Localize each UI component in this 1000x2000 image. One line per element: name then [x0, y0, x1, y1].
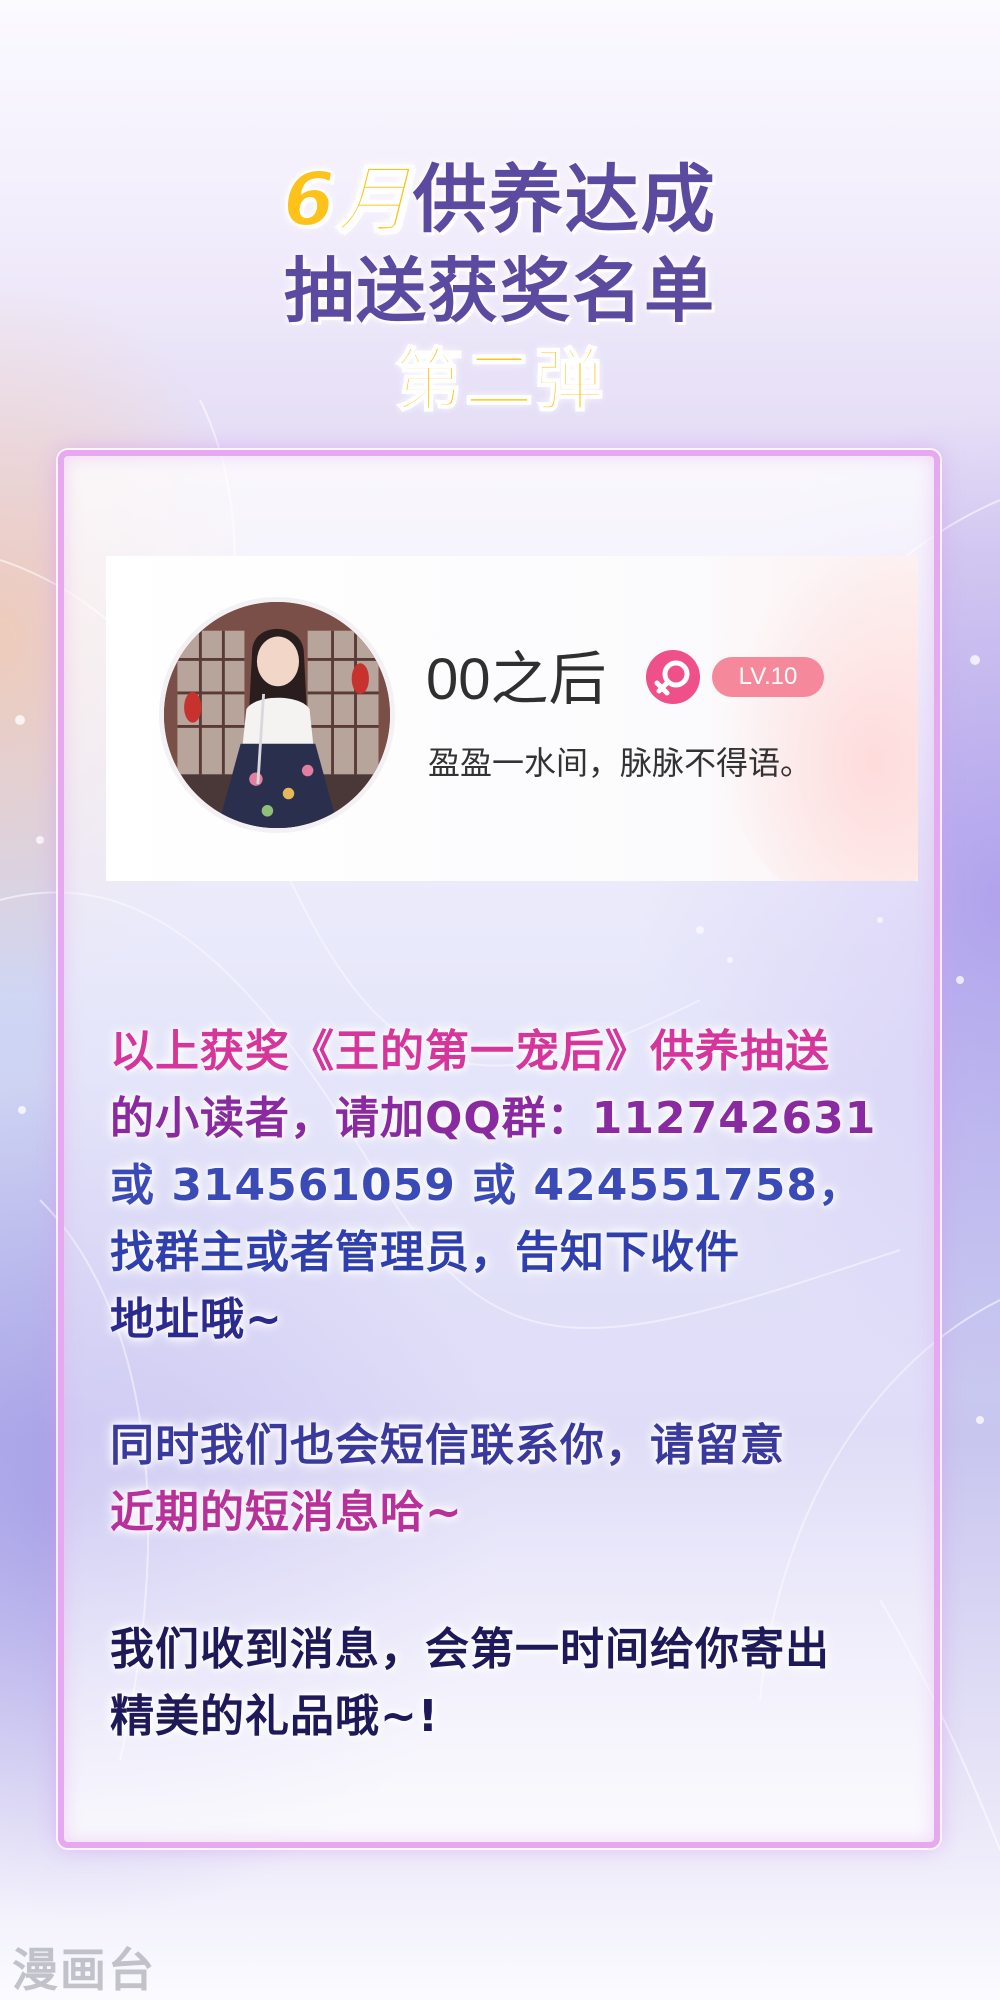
title-line-1: 6月供养达成	[0, 140, 1000, 247]
avatar[interactable]	[159, 597, 395, 833]
notice-line: 近期的短消息哈~	[110, 1487, 463, 1538]
title-line-1-text: 供养达成	[412, 157, 717, 243]
title-line-3: 第二弹	[394, 341, 605, 422]
title-month: 6月	[282, 156, 413, 244]
title-line-2: 抽送获奖名单	[284, 250, 716, 332]
winner-profile-card: 00之后 LV.10 盈盈一水间，脉脉不得语。	[106, 556, 918, 881]
notice-line: 同时我们也会短信联系你，请留意	[110, 1420, 785, 1471]
level-badge: LV.10	[712, 657, 824, 697]
profile-signature: 盈盈一水间，脉脉不得语。	[428, 744, 813, 782]
notice-paragraph-2: 同时我们也会短信联系你，请留意 近期的短消息哈~	[110, 1412, 785, 1546]
notice-line: 找群主或者管理员，告知下收件	[110, 1227, 740, 1278]
female-icon	[646, 650, 700, 704]
notice-line: 我们收到消息，会第一时间给你寄出	[110, 1624, 830, 1675]
notice-line: 或 314561059 或 424551758，	[110, 1160, 864, 1211]
notice-line: 地址哦~	[110, 1294, 283, 1345]
notice-line: 精美的礼品哦~!	[110, 1691, 439, 1742]
username: 00之后	[426, 647, 607, 712]
avatar-illustration	[164, 602, 390, 828]
notice-paragraph-1: 以上获奖《王的第一宠后》供养抽送 的小读者，请加QQ群：112742631 或 …	[110, 1018, 876, 1353]
decorative-blob	[718, 556, 918, 881]
notice-line: 以上获奖《王的第一宠后》供养抽送	[110, 1026, 830, 1077]
notice-line: 的小读者，请加QQ群：112742631	[110, 1093, 877, 1144]
notice-paragraph-3: 我们收到消息，会第一时间给你寄出 精美的礼品哦~!	[110, 1616, 830, 1750]
watermark: 漫画台	[12, 1943, 156, 1997]
